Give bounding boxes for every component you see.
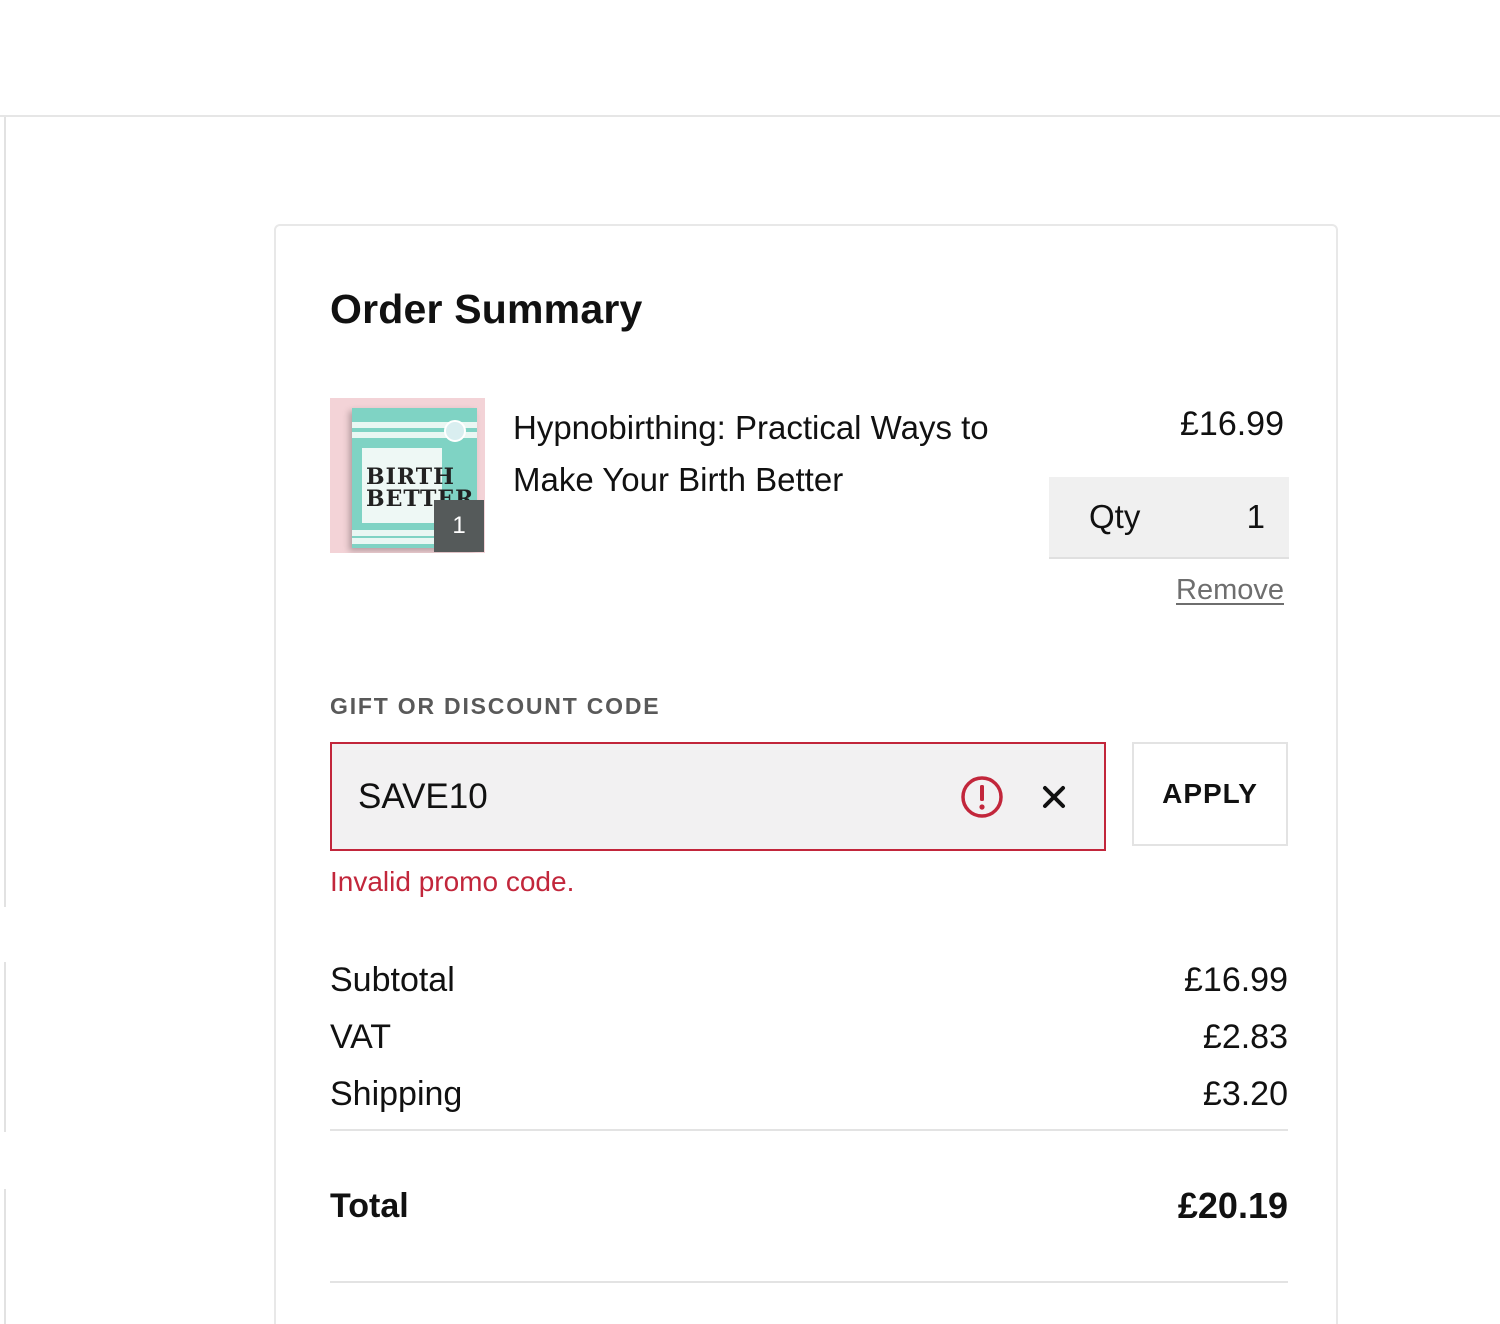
vat-row: VAT £2.83 [330, 1009, 1288, 1066]
exclamation-circle-icon [961, 776, 1003, 818]
left-panel-edge [0, 117, 6, 1324]
subtotal-value: £16.99 [1184, 961, 1288, 999]
vat-value: £2.83 [1202, 1018, 1288, 1056]
remove-item-link[interactable]: Remove [1176, 574, 1284, 607]
order-summary-title: Order Summary [330, 286, 643, 332]
subtotal-row: Subtotal £16.99 [330, 952, 1288, 1009]
checkout-page: Order Summary BIRTH BETTER 1 Hypnobirthi… [0, 0, 1500, 1324]
apply-code-button[interactable]: APPLY [1132, 742, 1288, 846]
panel-border [0, 962, 6, 1132]
product-price: £16.99 [1180, 405, 1284, 443]
vat-label: VAT [330, 1018, 392, 1056]
total-value: £20.19 [1177, 1185, 1288, 1226]
header-bar [0, 0, 1500, 117]
shipping-row: Shipping £3.20 [330, 1066, 1288, 1123]
cover-badge-icon [444, 420, 466, 442]
panel-border [0, 117, 6, 907]
shipping-value: £3.20 [1202, 1075, 1288, 1113]
order-summary-card: Order Summary BIRTH BETTER 1 Hypnobirthi… [274, 224, 1338, 1324]
total-row: Total £20.19 [330, 1131, 1288, 1281]
quantity-value: 1 [1246, 498, 1265, 535]
discount-code-input[interactable] [358, 770, 918, 824]
discount-code-label: GIFT OR DISCOUNT CODE [330, 693, 661, 719]
discount-code-field[interactable] [330, 742, 1106, 851]
product-title[interactable]: Hypnobirthing: Practical Ways to Make Yo… [513, 402, 1043, 506]
order-totals: Subtotal £16.99 VAT £2.83 Shipping £3.20… [330, 952, 1288, 1283]
total-label: Total [330, 1186, 409, 1225]
thumbnail-quantity-badge: 1 [434, 500, 484, 552]
promo-error-message: Invalid promo code. [330, 866, 575, 897]
close-icon[interactable] [1037, 780, 1071, 814]
quantity-label: Qty [1089, 498, 1141, 535]
subtotal-label: Subtotal [330, 961, 455, 999]
quantity-selector[interactable]: Qty 1 [1049, 477, 1289, 559]
panel-border [0, 1189, 6, 1324]
bottom-divider [330, 1281, 1288, 1283]
shipping-label: Shipping [330, 1075, 463, 1113]
